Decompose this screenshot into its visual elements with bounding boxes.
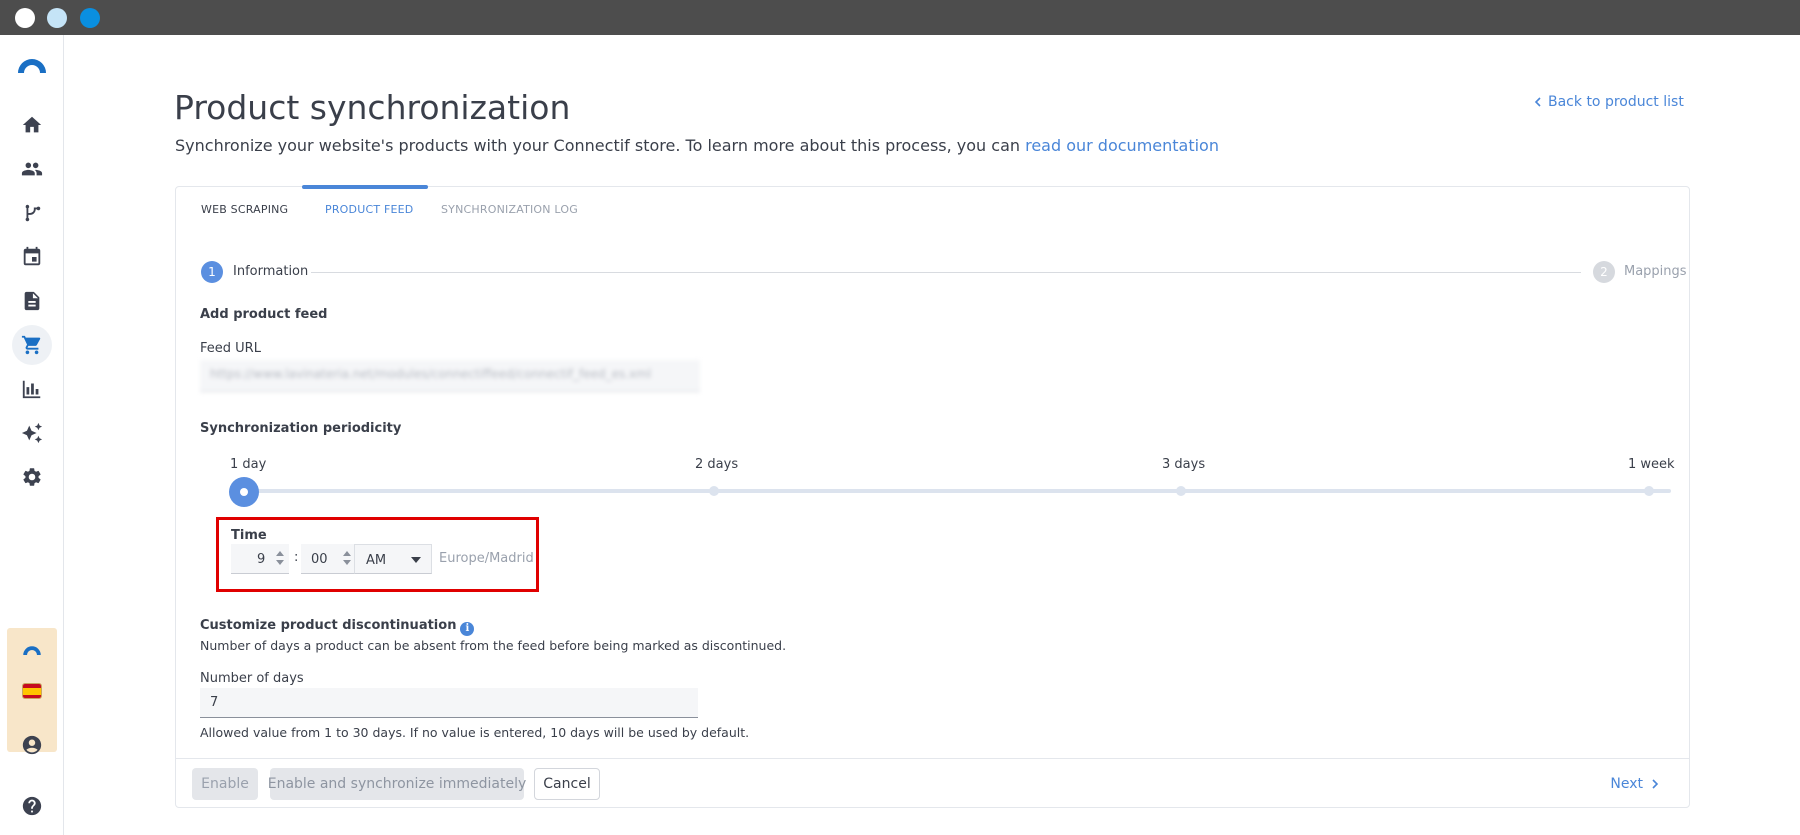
periodicity-option-1-day: 1 day bbox=[230, 457, 267, 472]
tab-bar: WEB SCRAPING PRODUCT FEED SYNCHRONIZATIO… bbox=[176, 185, 1689, 231]
window-maximize-button[interactable] bbox=[80, 8, 100, 28]
sparkle-icon bbox=[21, 422, 43, 444]
documentation-link[interactable]: read our documentation bbox=[1025, 136, 1219, 155]
step-1-number: 1 bbox=[201, 261, 223, 283]
step-2-label: Mappings bbox=[1624, 264, 1687, 279]
card-footer: Enable Enable and synchronize immediatel… bbox=[176, 758, 1689, 809]
sidebar-item-workflows[interactable] bbox=[12, 193, 52, 233]
periodicity-option-2-days: 2 days bbox=[695, 457, 739, 472]
account-logo-icon bbox=[23, 646, 41, 655]
sidebar-item-store[interactable] bbox=[12, 325, 52, 365]
enable-button[interactable]: Enable bbox=[192, 768, 258, 800]
discontinuation-description: Number of days a product can be absent f… bbox=[200, 638, 787, 653]
product-sync-card: WEB SCRAPING PRODUCT FEED SYNCHRONIZATIO… bbox=[175, 185, 1690, 809]
tab-product-feed[interactable]: PRODUCT FEED bbox=[325, 203, 413, 216]
page-subtitle-text: Synchronize your website's products with… bbox=[175, 136, 1026, 155]
stepper-connector bbox=[311, 272, 1581, 273]
cancel-button[interactable]: Cancel bbox=[534, 768, 600, 800]
meridiem-value: AM bbox=[366, 553, 387, 568]
sidebar-item-contacts[interactable] bbox=[12, 149, 52, 189]
chevron-left-icon bbox=[1534, 97, 1541, 107]
window-minimize-button[interactable] bbox=[47, 8, 67, 28]
feed-url-input[interactable]: https://www.lavinateria.net/modules/conn… bbox=[200, 360, 700, 392]
sidebar-item-calendar[interactable] bbox=[12, 237, 52, 277]
workflow-icon bbox=[25, 204, 41, 222]
number-of-days-input[interactable]: 7 bbox=[200, 688, 698, 718]
help-icon bbox=[22, 796, 42, 816]
sidebar-item-home[interactable] bbox=[12, 105, 52, 145]
spain-flag-icon bbox=[22, 683, 42, 699]
document-icon bbox=[24, 291, 40, 311]
tab-synchronization-log[interactable]: SYNCHRONIZATION LOG bbox=[441, 203, 578, 216]
time-picker: 9 : 00 AM Europe/Madrid bbox=[231, 544, 534, 574]
sidebar-item-content[interactable] bbox=[12, 281, 52, 321]
periodicity-slider-thumb[interactable] bbox=[229, 477, 259, 507]
account-circle-icon bbox=[22, 735, 42, 755]
window-close-button[interactable] bbox=[15, 8, 35, 28]
time-separator: : bbox=[294, 550, 299, 565]
time-label: Time bbox=[231, 528, 267, 543]
periodicity-option-1-week: 1 week bbox=[1628, 457, 1675, 472]
time-highlight-box: Time 9 : 00 AM Europe/Madrid bbox=[216, 517, 539, 592]
bar-chart-icon bbox=[22, 380, 41, 399]
home-icon bbox=[22, 116, 42, 133]
chevron-right-icon bbox=[1652, 779, 1659, 789]
page-subtitle: Synchronize your website's products with… bbox=[175, 136, 1219, 155]
back-link-label: Back to product list bbox=[1548, 94, 1684, 110]
add-product-feed-heading: Add product feed bbox=[200, 307, 328, 322]
caret-down-icon bbox=[411, 557, 421, 563]
periodicity-tick-3-days[interactable] bbox=[1176, 486, 1186, 496]
calendar-icon bbox=[23, 246, 41, 266]
sidebar-item-settings[interactable] bbox=[12, 457, 52, 497]
window-titlebar bbox=[0, 0, 1800, 35]
cart-icon bbox=[21, 335, 41, 355]
back-to-product-list-link[interactable]: Back to product list bbox=[1534, 94, 1684, 110]
hour-spinner-icon[interactable] bbox=[275, 550, 285, 568]
info-icon[interactable]: i bbox=[460, 622, 475, 636]
sidebar bbox=[0, 35, 64, 835]
sidebar-item-reports[interactable] bbox=[12, 369, 52, 409]
periodicity-option-3-days: 3 days bbox=[1162, 457, 1206, 472]
enable-and-sync-button[interactable]: Enable and synchronize immediately bbox=[268, 768, 526, 800]
gear-icon bbox=[23, 468, 41, 486]
feed-url-label: Feed URL bbox=[200, 341, 261, 356]
meridiem-select[interactable]: AM bbox=[354, 544, 432, 574]
discontinuation-heading: Customize product discontinuation i bbox=[200, 618, 475, 636]
synchronization-periodicity-heading: Synchronization periodicity bbox=[200, 421, 402, 436]
sidebar-item-ai[interactable] bbox=[12, 413, 52, 453]
periodicity-tick-1-week[interactable] bbox=[1644, 486, 1654, 496]
contacts-icon bbox=[21, 162, 43, 176]
timezone-label: Europe/Madrid bbox=[439, 551, 534, 566]
connectif-logo[interactable] bbox=[16, 55, 48, 75]
page-title: Product synchronization bbox=[174, 88, 571, 127]
stepper: 1 Information 2 Mappings bbox=[201, 261, 1687, 285]
sidebar-item-help[interactable] bbox=[12, 786, 52, 826]
sidebar-item-account[interactable] bbox=[12, 725, 52, 765]
periodicity-slider-track[interactable] bbox=[231, 489, 1671, 493]
discontinuation-heading-text: Customize product discontinuation bbox=[200, 618, 457, 633]
number-of-days-help: Allowed value from 1 to 30 days. If no v… bbox=[200, 725, 750, 740]
number-of-days-label: Number of days bbox=[200, 671, 304, 686]
periodicity-tick-2-days[interactable] bbox=[709, 486, 719, 496]
step-2-number: 2 bbox=[1593, 261, 1615, 283]
minute-spinner-icon[interactable] bbox=[342, 550, 352, 568]
step-1-label: Information bbox=[233, 264, 309, 279]
active-tab-indicator bbox=[302, 185, 428, 189]
next-button[interactable]: Next bbox=[1610, 776, 1659, 792]
next-label: Next bbox=[1610, 776, 1643, 792]
tab-web-scraping[interactable]: WEB SCRAPING bbox=[201, 203, 288, 216]
